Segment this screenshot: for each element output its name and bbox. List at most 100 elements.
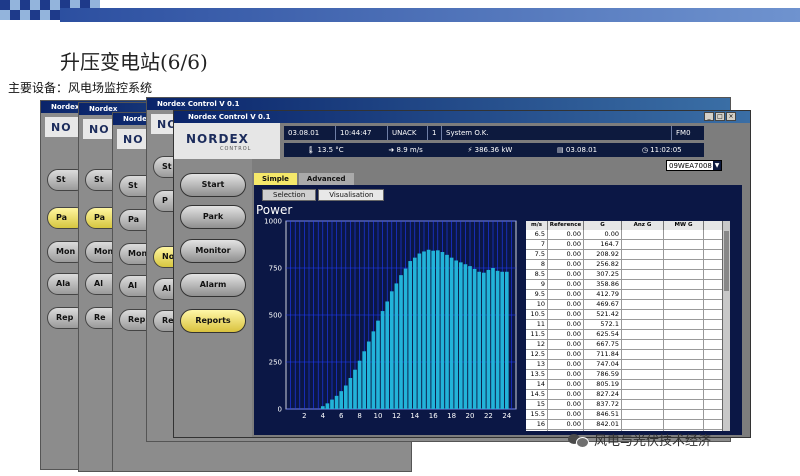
chart-bar <box>399 275 403 409</box>
table-row[interactable]: 13 0.00 747.04 <box>526 360 730 370</box>
status-bar-measurements: 🌡 13.5 °C ➜ 8.9 m/s ⚡ 386.36 kW ▤ 03.08.… <box>284 143 704 157</box>
window-title: Nordex Control V 0.1 <box>147 98 730 110</box>
minimize-button[interactable]: _ <box>704 112 714 121</box>
table-cell: 16.5 <box>526 430 548 431</box>
table-row[interactable]: 9 0.00 358.86 <box>526 280 730 290</box>
close-button[interactable]: × <box>726 112 736 121</box>
table-cell: 0.00 <box>548 300 584 309</box>
chart-bar <box>389 291 394 409</box>
table-row[interactable]: 10.5 0.00 521.42 <box>526 310 730 320</box>
x-tick-label: 14 <box>410 412 419 420</box>
table-cell <box>622 270 664 279</box>
chart-bar <box>334 395 339 409</box>
x-tick-label: 4 <box>321 412 326 420</box>
monitor-button[interactable]: Monitor <box>180 239 246 263</box>
table-cell <box>622 420 664 429</box>
main-window[interactable]: Nordex Control V 0.1 _ □ × NORDEX CONTRO… <box>173 110 751 438</box>
table-row[interactable]: 15 0.00 837.72 <box>526 400 730 410</box>
table-cell <box>622 300 664 309</box>
table-row[interactable]: 11 0.00 572.1 <box>526 320 730 330</box>
table-cell <box>622 370 664 379</box>
table-cell: 9.5 <box>526 290 548 299</box>
table-row[interactable]: 7 0.00 164.7 <box>526 240 730 250</box>
chart-bar <box>408 261 413 409</box>
table-row[interactable]: 12 0.00 667.75 <box>526 340 730 350</box>
table-cell <box>622 230 664 239</box>
chart-bar <box>320 406 325 409</box>
alarm-button[interactable]: Alarm <box>180 273 246 297</box>
table-row[interactable]: 6.5 0.00 0.00 <box>526 230 730 240</box>
table-cell: 14 <box>526 380 548 389</box>
table-row[interactable]: 16 0.00 842.01 <box>526 420 730 430</box>
table-cell <box>664 350 704 359</box>
table-row[interactable]: 7.5 0.00 208.92 <box>526 250 730 260</box>
table-cell: 0.00 <box>548 360 584 369</box>
tab-simple[interactable]: Simple <box>254 173 297 185</box>
table-cell: 0.00 <box>548 250 584 259</box>
navigation-panel: Start Park Monitor Alarm Reports <box>174 159 252 437</box>
table-row[interactable]: 10 0.00 469.67 <box>526 300 730 310</box>
nordex-logo: NO <box>51 121 72 134</box>
chevron-down-icon[interactable]: ▼ <box>713 161 721 170</box>
table-cell <box>622 310 664 319</box>
table-cell: 256.82 <box>584 260 622 269</box>
table-cell <box>664 400 704 409</box>
table-cell <box>664 290 704 299</box>
x-tick-label: 6 <box>339 412 344 420</box>
table-cell: 846.51 <box>584 410 622 419</box>
chart-bar <box>449 257 454 409</box>
table-cell: 0.00 <box>548 370 584 379</box>
x-tick-label: 8 <box>357 412 361 420</box>
table-row[interactable]: 14 0.00 805.19 <box>526 380 730 390</box>
table-row[interactable]: 11.5 0.00 625.54 <box>526 330 730 340</box>
table-cell <box>664 250 704 259</box>
table-header: m/s Reference G Anz G MW G <box>526 221 730 230</box>
chart-bar <box>440 252 445 409</box>
maximize-button[interactable]: □ <box>715 112 725 121</box>
scrollbar-thumb[interactable] <box>724 231 729 291</box>
table-cell: 0.00 <box>548 340 584 349</box>
table-row[interactable]: 8.5 0.00 307.25 <box>526 270 730 280</box>
start-button[interactable]: Start <box>180 173 246 197</box>
table-cell: 358.86 <box>584 280 622 289</box>
table-row[interactable]: 9.5 0.00 412.79 <box>526 290 730 300</box>
column-header-reference: Reference <box>548 221 584 230</box>
chart-bar <box>394 283 399 409</box>
chart-bar <box>339 391 344 409</box>
chart-bar <box>486 269 491 409</box>
table-cell: 8.5 <box>526 270 548 279</box>
slide-banner <box>0 0 800 26</box>
reports-button[interactable]: Reports <box>180 309 246 333</box>
chart-bar <box>463 264 468 409</box>
table-cell <box>664 240 704 249</box>
chart-bar <box>330 399 334 409</box>
table-scrollbar[interactable] <box>722 221 730 431</box>
chart-bar <box>417 253 422 409</box>
table-row[interactable]: 15.5 0.00 846.51 <box>526 410 730 420</box>
table-cell: 11 <box>526 320 548 329</box>
table-row[interactable]: 8 0.00 256.82 <box>526 260 730 270</box>
park-button[interactable]: Park <box>180 205 246 229</box>
tab-advanced[interactable]: Advanced <box>298 173 354 185</box>
table-cell: 0.00 <box>548 280 584 289</box>
table-cell <box>664 310 704 319</box>
table-cell: 6.5 <box>526 230 548 239</box>
table-row[interactable]: 12.5 0.00 711.84 <box>526 350 730 360</box>
table-cell: 9 <box>526 280 548 289</box>
table-cell: 837.72 <box>584 400 622 409</box>
table-cell <box>622 410 664 419</box>
table-cell: 12 <box>526 340 548 349</box>
table-cell: 164.7 <box>584 240 622 249</box>
turbine-select[interactable]: 09WEA7008 ▼ <box>666 160 722 171</box>
chart-bar <box>343 385 348 409</box>
nordex-logo-subtitle: CONTROL <box>220 146 252 152</box>
table-row[interactable]: 13.5 0.00 786.59 <box>526 370 730 380</box>
table-row[interactable]: 14.5 0.00 827.24 <box>526 390 730 400</box>
x-tick-label: 22 <box>484 412 493 420</box>
table-cell <box>622 400 664 409</box>
table-cell: 16 <box>526 420 548 429</box>
table-cell: 0.00 <box>548 390 584 399</box>
status-date: 03.08.01 <box>284 126 336 140</box>
x-tick-label: 24 <box>502 412 511 420</box>
y-tick-label: 750 <box>269 265 282 273</box>
